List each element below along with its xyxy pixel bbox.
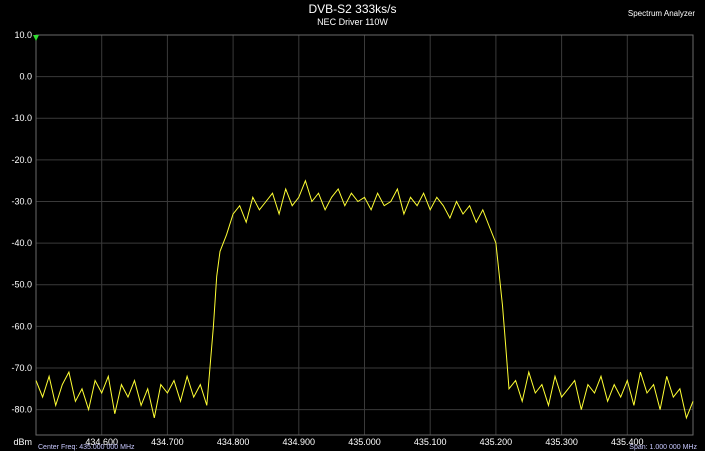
marker-icon[interactable] [33,35,39,41]
y-axis-ticks: 10.0 0.0 -10.0 -20.0 -30.0 -40.0 -50.0 -60.0 -70… [11,30,32,415]
y-tick-label: -10.0 [11,113,32,123]
y-tick-label: -70.0 [11,363,32,373]
x-tick-label: 434.700 [151,437,184,447]
x-tick-label: 435.000 [348,437,381,447]
y-tick-label: -30.0 [11,196,32,206]
x-tick-label: 434.900 [283,437,316,447]
x-tick-label: 434.800 [217,437,250,447]
y-tick-label: 0.0 [19,72,32,82]
y-tick-label: -20.0 [11,155,32,165]
grid [36,34,693,435]
span-readout: Span: 1.000 000 MHz [629,444,697,451]
y-tick-label: -40.0 [11,238,32,248]
x-tick-label: 435.200 [480,437,513,447]
y-tick-label: 10.0 [14,30,32,40]
center-freq-readout: Center Freq: 435.000 000 MHz [38,444,135,451]
y-unit-label: dBm [13,437,32,447]
x-tick-label: 435.300 [545,437,578,447]
y-tick-label: -80.0 [11,405,32,415]
x-axis-ticks: 434.600 434.700 434.800 434.900 435.000 435.1… [85,437,643,447]
y-tick-label: -60.0 [11,321,32,331]
y-tick-label: -50.0 [11,280,32,290]
spectrum-plot[interactable]: 10.0 0.0 -10.0 -20.0 -30.0 -40.0 -50.0 -60.0 -70… [0,0,705,451]
x-tick-label: 435.100 [414,437,447,447]
